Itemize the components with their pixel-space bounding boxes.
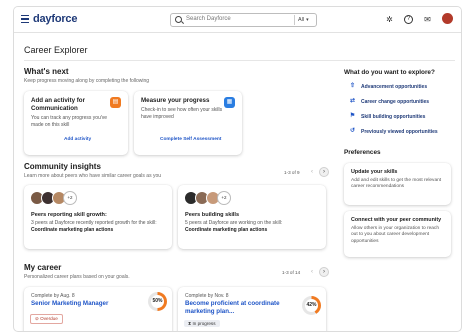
status-badge: ⊘ Overdue: [30, 314, 63, 324]
mail-icon[interactable]: ✉: [423, 15, 432, 24]
peer-growth-desc: 3 peers at Dayforce recently reported gr…: [31, 220, 157, 226]
peers-building-desc: 5 peers at Dayforce are working on the s…: [185, 220, 283, 226]
peer-growth-skill: Coordinate marketing plan actions: [31, 227, 114, 233]
career-pager: 1-3 of 14: [282, 270, 301, 275]
more-peers-count: +2: [63, 191, 77, 205]
career-plan-card[interactable]: Complete by Nov. 8 Become proficient at …: [178, 287, 326, 331]
document-icon: ▦: [224, 97, 235, 108]
peer-growth-card[interactable]: +2 Peers reporting skill growth: 3 peers…: [24, 185, 172, 249]
career-change-link[interactable]: ⇄ Career change opportunities: [349, 98, 429, 105]
career-plan-due: Complete by Aug. 8: [31, 293, 75, 299]
career-plan-title[interactable]: Become proficient at coordinate marketin…: [185, 300, 295, 315]
activity-card[interactable]: Add an activity for Communication ▤ You …: [24, 91, 128, 155]
add-activity-link[interactable]: Add activity: [64, 137, 91, 142]
update-skills-desc: Add and edit skills to get the most rele…: [351, 178, 442, 190]
career-plan-due: Complete by Nov. 8: [185, 293, 229, 299]
menu-icon[interactable]: [21, 15, 29, 24]
search-scope-label: All: [298, 17, 305, 23]
career-change-icon: ⇄: [349, 98, 356, 104]
skill-building-link[interactable]: ⚑ Skill building opportunities: [349, 113, 426, 120]
peers-building-title: Peers building skills: [185, 212, 240, 218]
search-scope-select[interactable]: All ▾: [294, 15, 314, 25]
skill-building-icon: ⚑: [349, 113, 356, 119]
link-label: Career change opportunities: [361, 98, 430, 105]
overdue-icon: ⊘: [35, 316, 39, 321]
history-icon: ↺: [349, 128, 356, 134]
previously-viewed-link[interactable]: ↺ Previously viewed opportunities: [349, 128, 438, 135]
my-career-title: My career: [24, 263, 62, 272]
prev-page-icon[interactable]: ‹: [307, 167, 317, 177]
progress-percent: 42%: [305, 299, 318, 312]
community-insights-title: Community insights: [24, 162, 101, 171]
peer-growth-title: Peers reporting skill growth:: [31, 212, 107, 218]
hourglass-icon: ⧗: [188, 321, 192, 326]
peer-community-title: Connect with your peer community: [351, 217, 442, 223]
career-plan-card[interactable]: Complete by Aug. 8 Senior Marketing Mana…: [24, 287, 172, 331]
progress-ring: 50%: [148, 292, 167, 311]
update-skills-card[interactable]: Update your skills Add and edit skills t…: [344, 163, 451, 205]
user-avatar[interactable]: [442, 13, 453, 24]
top-bar: dayforce Search Dayforce All ▾ ✲ ? ✉: [14, 7, 461, 33]
top-icons: ✲ ? ✉: [385, 13, 453, 24]
page-title: Career Explorer: [24, 45, 88, 55]
activity-card-title: Add an activity for Communication: [31, 97, 85, 112]
search-icon: [175, 16, 182, 23]
link-label: Previously viewed opportunities: [361, 128, 438, 135]
chevron-down-icon: ▾: [306, 17, 309, 23]
peer-community-desc: Allow others in your organization to rea…: [351, 226, 439, 244]
measure-card-title: Measure your progress: [141, 97, 210, 104]
community-insights-subtitle: Learn more about peers who have similar …: [24, 173, 162, 179]
complete-self-assessment-link[interactable]: Complete Self Assessment: [160, 137, 221, 142]
peers-building-skill: Coordinate marketing plan actions: [185, 227, 268, 233]
status-label: Overdue: [40, 316, 58, 321]
status-label: In progress: [192, 321, 216, 326]
preferences-title: Preferences: [344, 149, 381, 156]
progress-percent: 50%: [151, 295, 164, 308]
title-divider: [24, 60, 455, 61]
next-page-icon[interactable]: ›: [319, 267, 329, 277]
search-box[interactable]: Search Dayforce All ▾: [170, 13, 317, 27]
whats-next-title: What's next: [24, 67, 69, 76]
link-label: Skill building opportunities: [361, 113, 426, 120]
my-career-subtitle: Personalized career plans based on your …: [24, 274, 130, 280]
app-window: dayforce Search Dayforce All ▾ ✲ ? ✉ Care…: [13, 6, 462, 332]
more-peers-count: +2: [217, 191, 231, 205]
link-label: Advancement opportunities: [361, 83, 428, 90]
community-pager: 1-3 of 9: [284, 170, 300, 175]
measure-card-desc: Check-in to see how often your skills ha…: [141, 107, 223, 120]
measure-progress-card[interactable]: Measure your progress ▦ Check-in to see …: [134, 91, 242, 155]
career-plan-title[interactable]: Senior Marketing Manager: [31, 300, 108, 308]
progress-ring: 42%: [302, 296, 321, 315]
status-badge: ⧗ In progress: [184, 320, 220, 327]
prev-page-icon[interactable]: ‹: [307, 267, 317, 277]
help-icon[interactable]: ?: [404, 14, 413, 24]
update-skills-title: Update your skills: [351, 169, 398, 175]
next-page-icon[interactable]: ›: [319, 167, 329, 177]
assistant-icon[interactable]: ✲: [385, 15, 394, 24]
clipboard-icon: ▤: [110, 97, 121, 108]
advancement-opportunities-link[interactable]: ⇧ Advancement opportunities: [349, 83, 427, 90]
peer-community-card[interactable]: Connect with your peer community Allow o…: [344, 211, 451, 257]
whats-next-subtitle: Keep progress moving along by completing…: [24, 78, 150, 84]
dayforce-logo[interactable]: dayforce: [33, 13, 77, 25]
explore-title: What do you want to explore?: [344, 69, 435, 76]
advancement-icon: ⇧: [349, 83, 356, 89]
peers-building-card[interactable]: +2 Peers building skills 5 peers at Dayf…: [178, 185, 326, 249]
activity-card-desc: You can track any progress you've made o…: [31, 115, 108, 128]
search-input[interactable]: Search Dayforce: [186, 16, 231, 22]
